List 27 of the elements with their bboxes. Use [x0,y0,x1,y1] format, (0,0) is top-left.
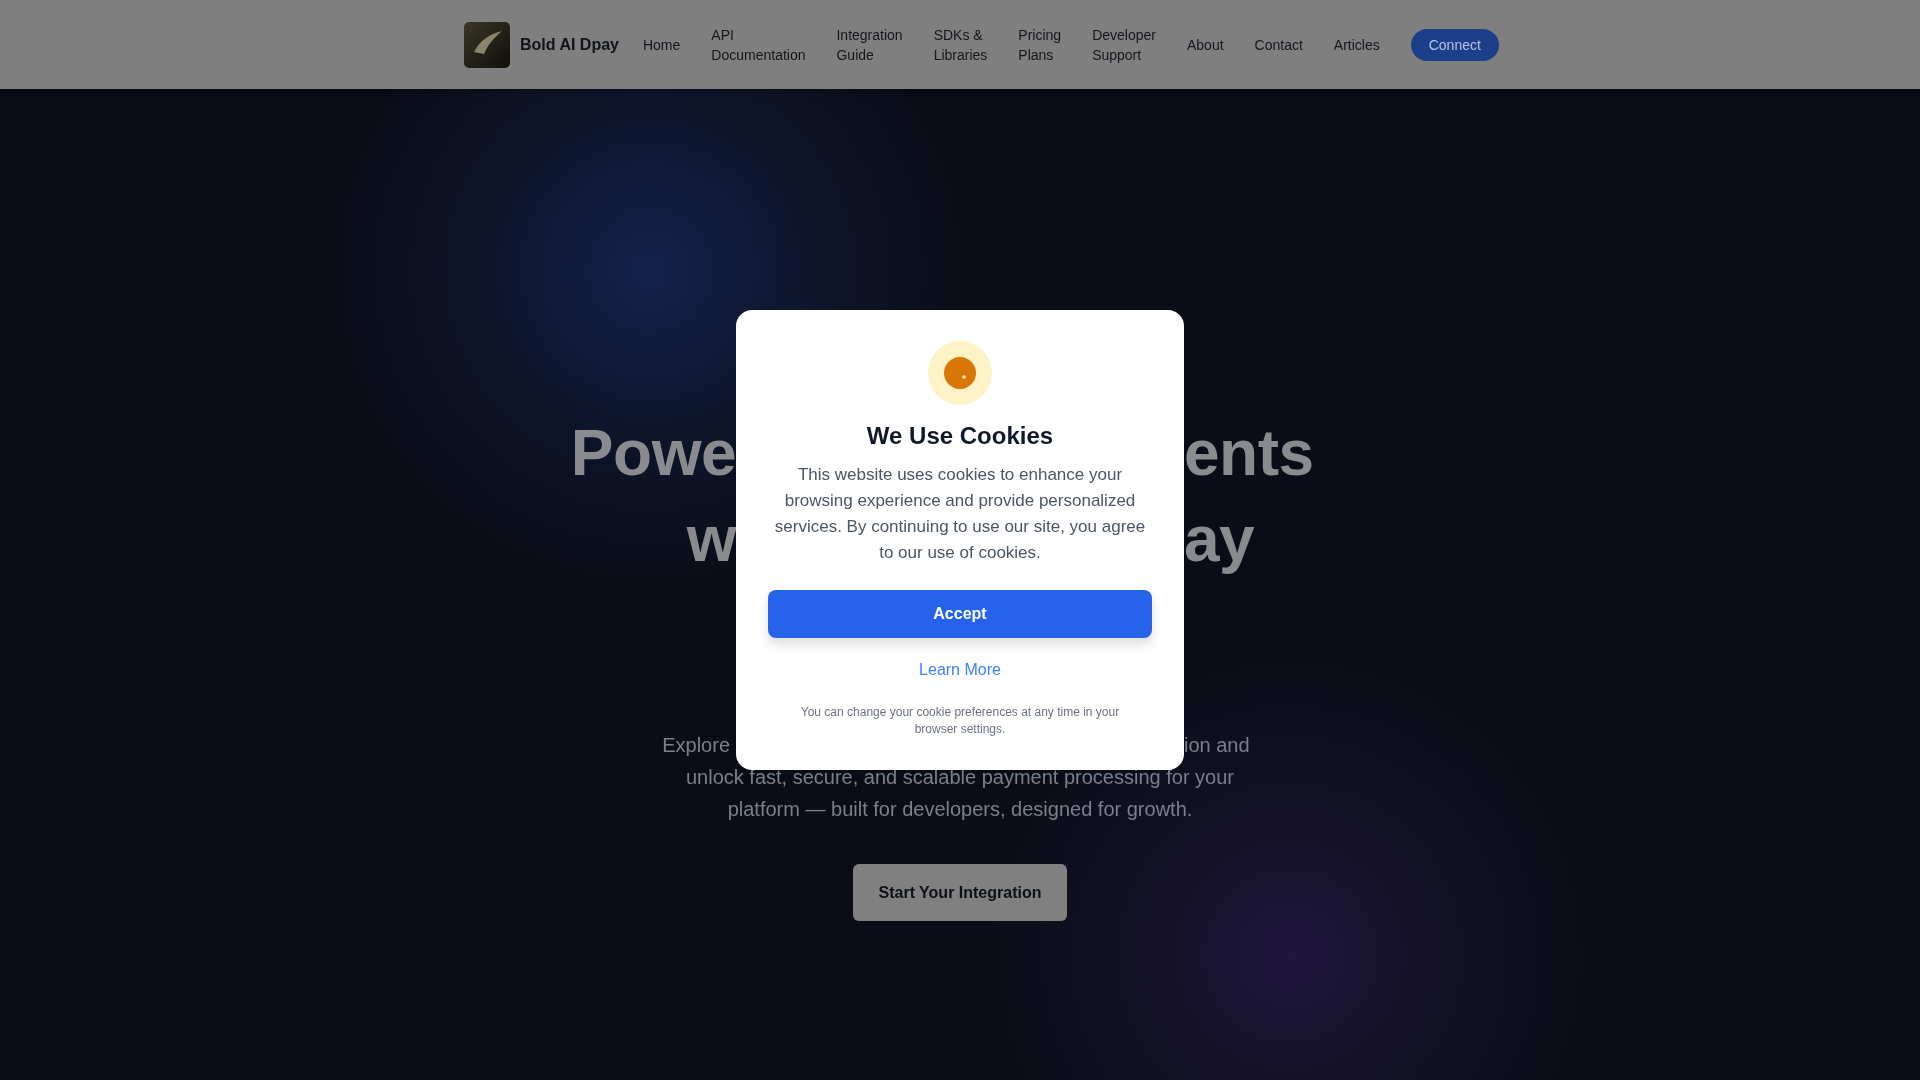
nav-link[interactable]: About [1186,34,1224,55]
hero-heading: w [686,502,736,577]
accept-button[interactable]: Accept [768,590,1152,638]
hero-description: Explore [662,733,730,758]
hero-description: ion and [1184,733,1250,758]
brand-name[interactable]: Bold AI Dpay [520,35,619,54]
nav-link[interactable]: Contact [1254,34,1303,55]
hero-description: platform — built for developers, designed for growth. [727,797,1193,822]
nav-link[interactable]: Integration Guide [836,24,903,65]
nav-link[interactable]: Developer Support [1092,24,1156,65]
nav-link[interactable]: Pricing Plans [1018,24,1062,65]
learn-more-link[interactable]: Learn More [919,658,1001,682]
hero-heading: ents [1184,416,1314,491]
logo-icon[interactable] [464,21,510,68]
dialog-message: This website uses cookies to enhance your browsing experience and provide personalized services. By continuing to use our site, you agree to our use of cookies. [773,464,1147,564]
cookie-icon [928,341,992,405]
hero-heading: ay [1184,502,1255,577]
nav-link[interactable]: SDKs & Libraries [933,24,988,65]
dialog-title: We Use Cookies [866,421,1054,451]
hero-description: unlock fast, secure, and scalable payment processing for your [685,765,1235,790]
nav-link[interactable]: Home [642,34,681,55]
start-integration-button[interactable]: Start Your Integration [852,864,1068,921]
nav-link[interactable]: Articles [1333,34,1380,55]
nav-link[interactable]: API Documentation [711,24,806,65]
connect-button[interactable]: Connect [1410,28,1499,61]
dialog-footnote: You can change your cookie preferences at any time in your browser settings. [799,704,1121,738]
hero-heading: Powe [570,416,736,491]
